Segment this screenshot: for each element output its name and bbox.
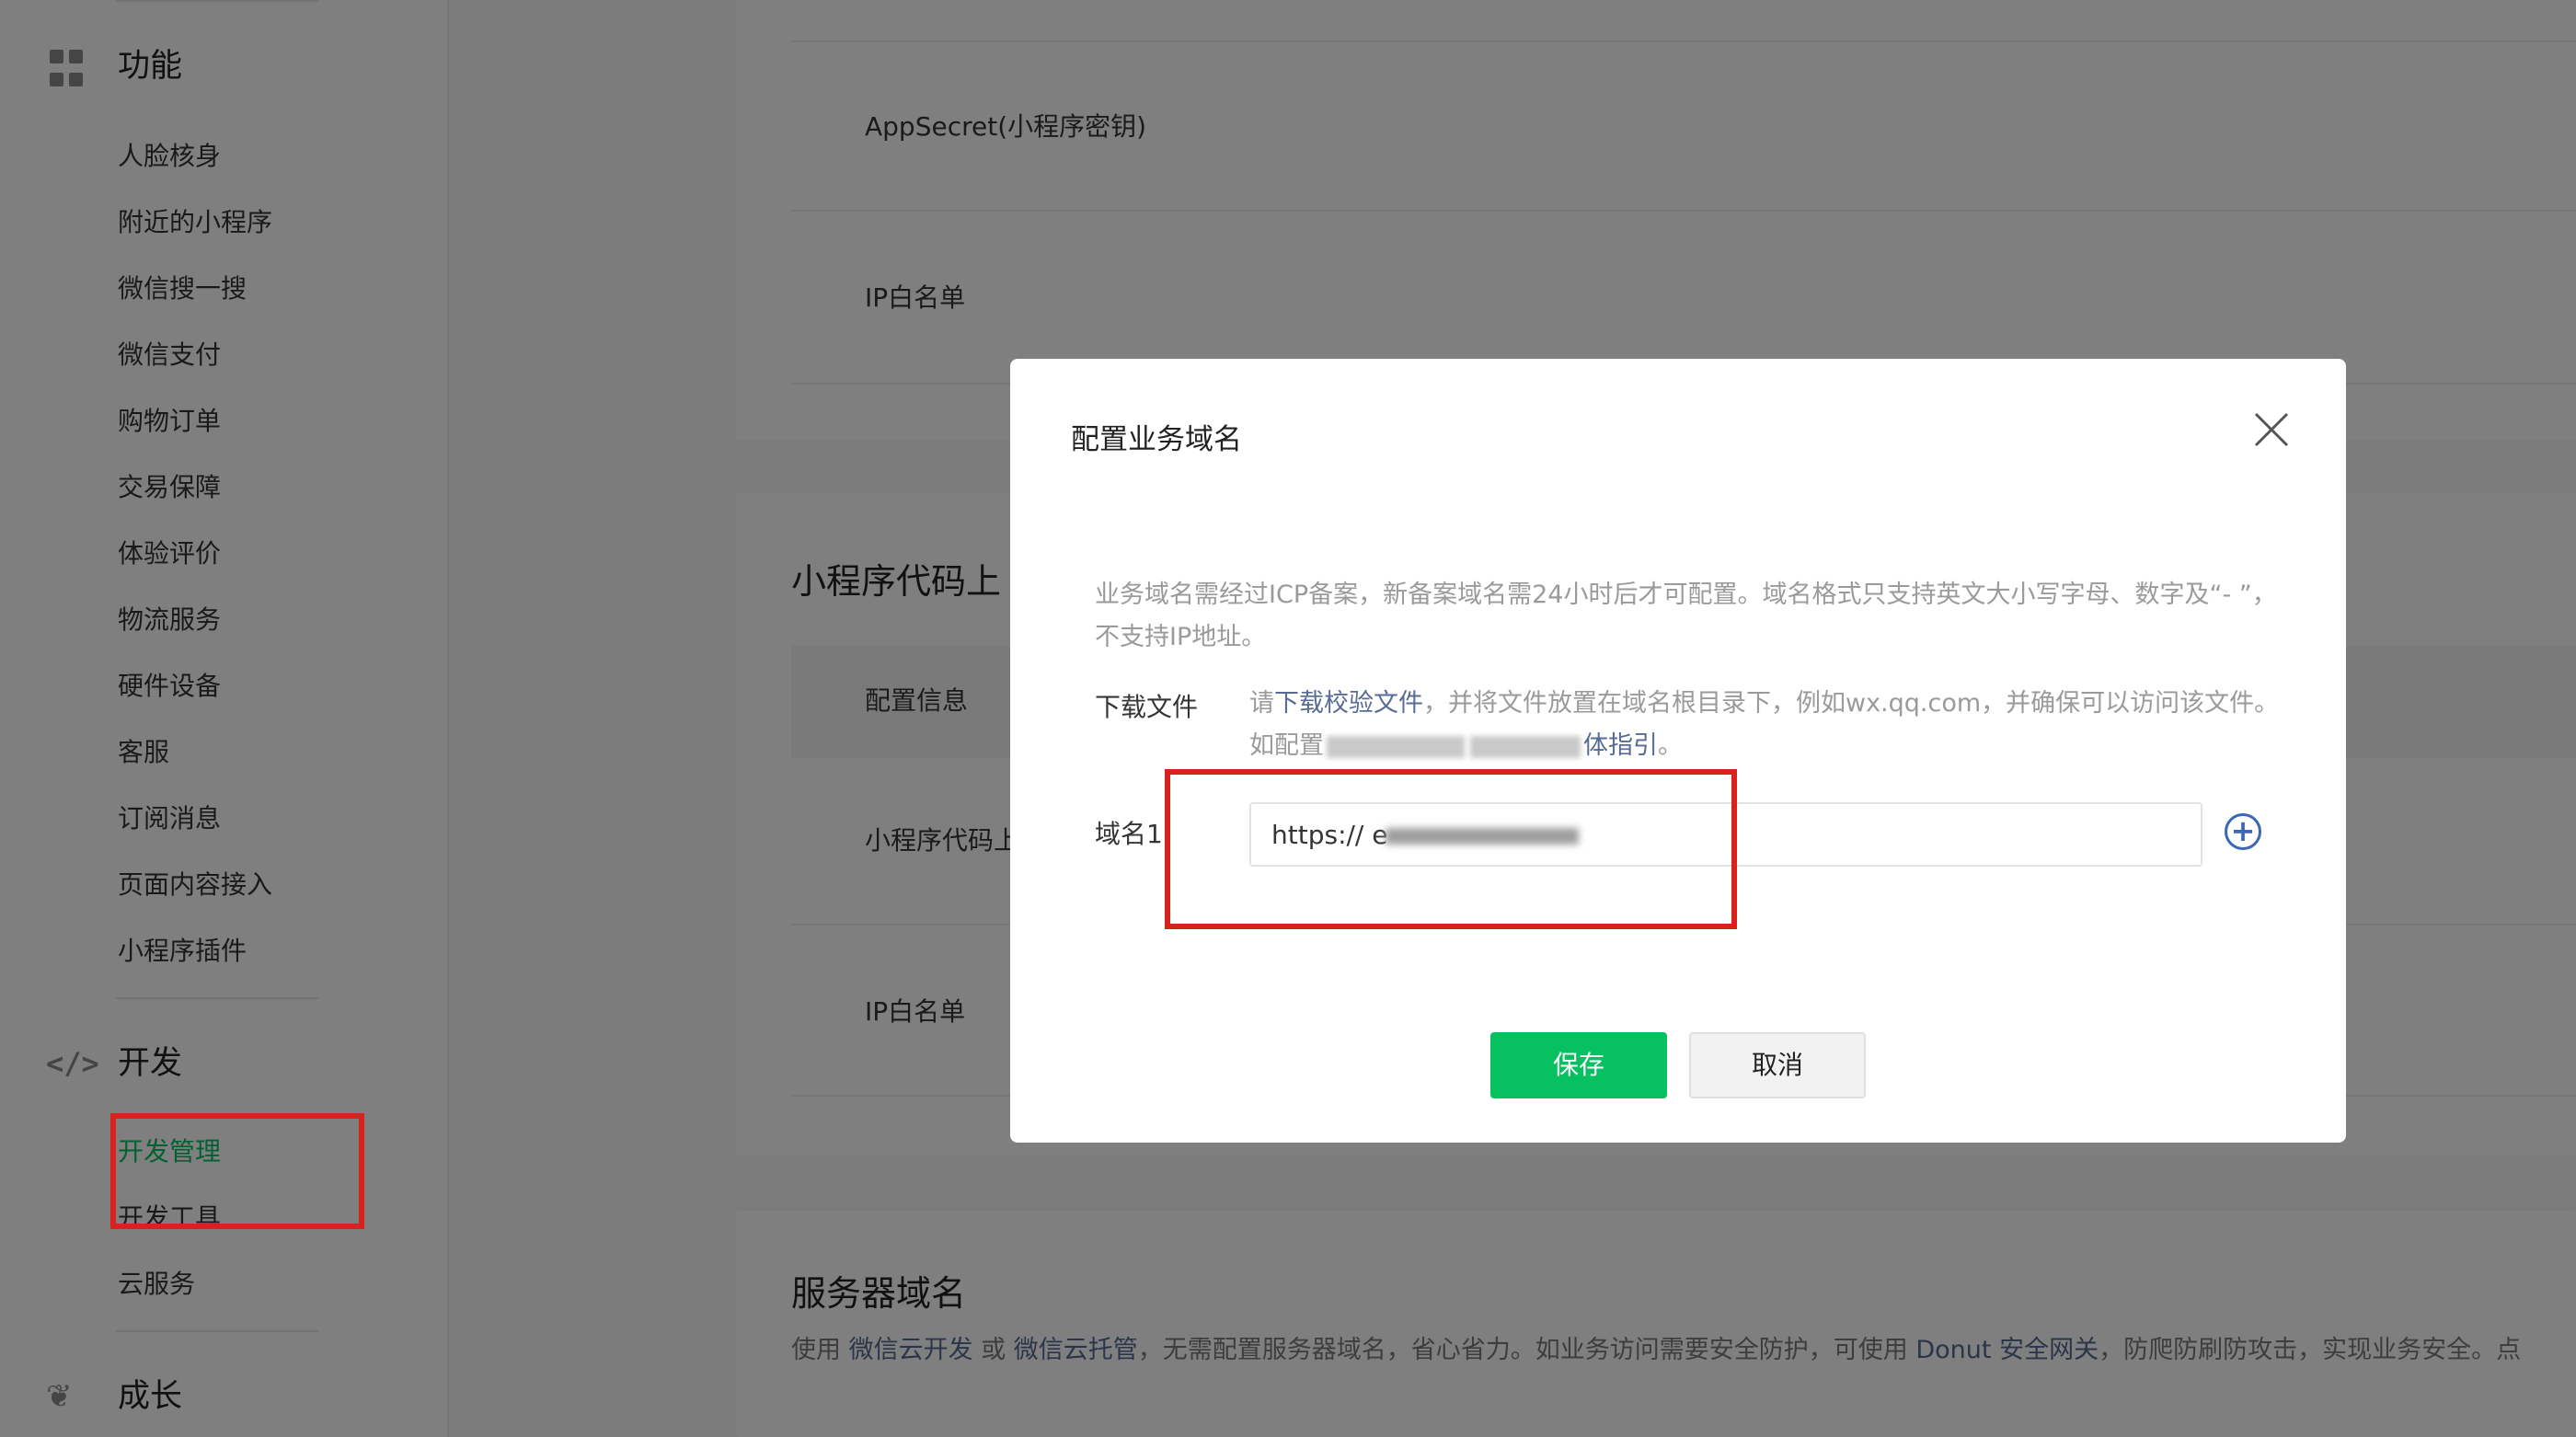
- download-verify-file-link[interactable]: 下载校验文件: [1274, 689, 1423, 718]
- save-button[interactable]: 保存: [1490, 1032, 1667, 1098]
- domain-notice: 业务域名需经过ICP备案，新备案域名需24小时后才可配置。域名格式只支持英文大小…: [1095, 581, 2277, 651]
- annotation-box-domain: [1165, 769, 1737, 929]
- cancel-button[interactable]: 取消: [1689, 1032, 1866, 1098]
- download-file-label: 下载文件: [1095, 692, 1199, 722]
- plus-icon: +: [2230, 813, 2256, 848]
- close-button[interactable]: [2248, 407, 2294, 453]
- configure-domain-dialog: 配置业务域名 业务域名需经过ICP备案，新备案域名需24小时后才可配置。域名格式…: [1010, 359, 2346, 1143]
- close-icon: [2254, 412, 2289, 447]
- desc-text: 。: [1658, 731, 1683, 760]
- redacted-text: [1470, 735, 1581, 758]
- domain-1-label: 域名1: [1095, 819, 1163, 849]
- dialog-title: 配置业务域名: [1071, 423, 1242, 456]
- guide-link[interactable]: 体指引: [1583, 731, 1658, 760]
- add-domain-button[interactable]: +: [2225, 813, 2261, 850]
- download-desc: 请下载校验文件，并将文件放置在域名根目录下，例如wx.qq.com，并确保可以访…: [1249, 683, 2289, 767]
- desc-text: 请: [1249, 689, 1274, 718]
- redacted-text: [1327, 735, 1465, 758]
- annotation-box-sidebar: [110, 1113, 364, 1229]
